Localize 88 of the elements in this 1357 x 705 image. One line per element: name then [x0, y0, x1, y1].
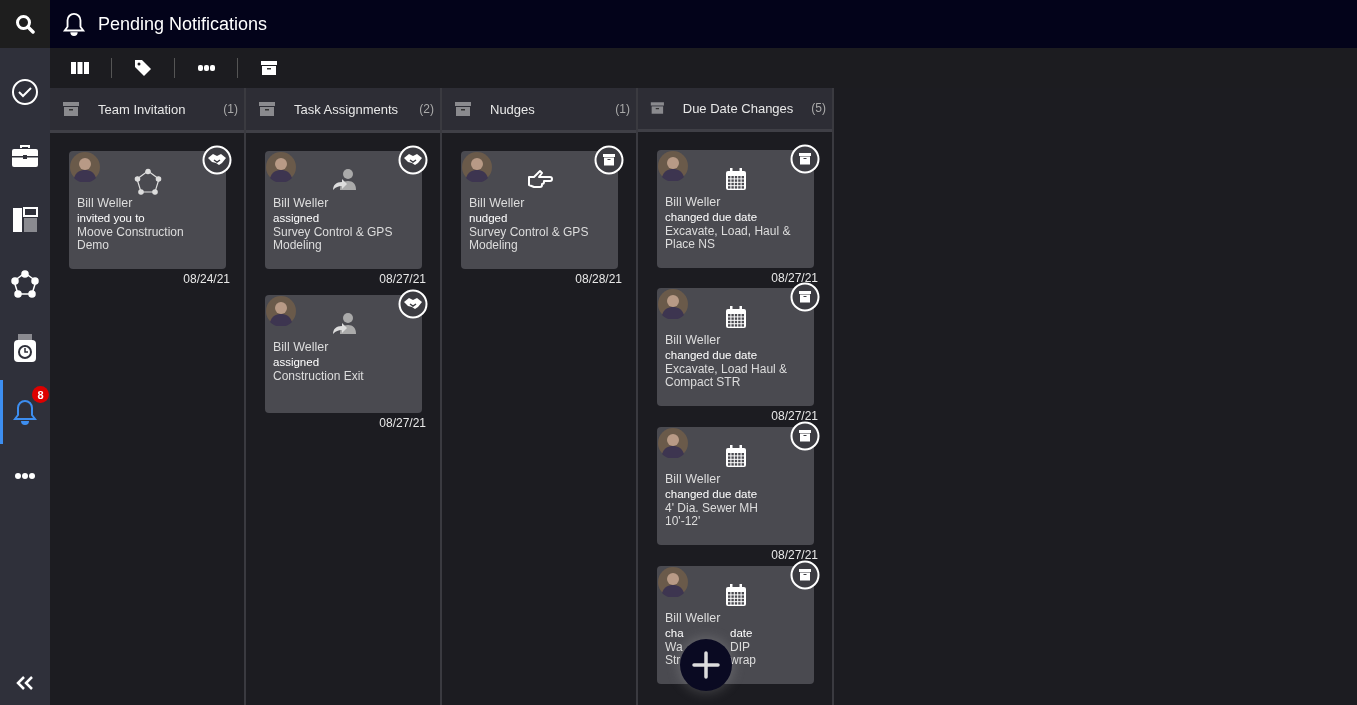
avatar — [658, 289, 688, 320]
task-title: Excavate, Load, Haul & Place NS — [665, 224, 792, 251]
briefcase-icon[interactable] — [11, 144, 39, 168]
archive-icon[interactable] — [260, 59, 278, 77]
date-text: 08/27/21 — [379, 416, 426, 430]
handshake-icon[interactable] — [398, 145, 428, 175]
user-name: Bill Weller — [665, 610, 722, 627]
archive-icon[interactable] — [790, 421, 820, 452]
task-title: Excavate, Load Haul & Compact STR — [665, 363, 789, 390]
user-name: Bill Weller — [665, 193, 722, 210]
avatar — [70, 152, 100, 182]
tag-icon[interactable] — [134, 59, 152, 77]
notification-card[interactable] — [657, 149, 814, 268]
notification-card[interactable] — [657, 427, 814, 546]
column-title: Nudges — [490, 101, 536, 117]
check-circle-icon[interactable] — [11, 78, 39, 106]
more-icon[interactable] — [197, 65, 215, 71]
date-text: 08/27/21 — [771, 270, 818, 285]
avatar — [266, 152, 296, 182]
task-title: DIP — [730, 641, 750, 655]
network-icon — [133, 168, 162, 196]
user-name: Bill Weller — [273, 339, 330, 355]
notification-card[interactable] — [461, 151, 618, 269]
column-count: (2) — [419, 102, 434, 116]
archive-icon[interactable] — [594, 145, 624, 175]
task-title: Str — [665, 654, 682, 668]
column-count: (1) — [223, 102, 238, 116]
action-text: date — [730, 626, 753, 642]
date-text: 08/24/21 — [183, 272, 230, 286]
avatar — [658, 567, 688, 598]
action-text: assigned — [273, 211, 321, 226]
action-text: invited you to — [77, 211, 146, 226]
user-name: Bill Weller — [77, 195, 134, 211]
avatar — [462, 152, 492, 182]
avatar — [658, 428, 688, 459]
columns-icon[interactable] — [71, 62, 89, 74]
date-text: 08/27/21 — [771, 548, 818, 563]
task-title: 4' Dia. Sewer MH 10'-12' — [665, 502, 759, 529]
person-arrow-icon — [330, 168, 357, 192]
count-badge: 8 — [32, 386, 49, 403]
task-title: Moove Construction Demo — [77, 226, 185, 252]
bell-icon — [62, 11, 86, 37]
plus-icon — [692, 651, 720, 679]
user-name: Bill Weller — [469, 195, 526, 211]
task-title: Survey Control & GPS Modeling — [469, 226, 590, 252]
task-title: Construction Exit — [273, 370, 365, 383]
avatar — [658, 150, 688, 181]
user-name: Bill Weller — [665, 332, 722, 349]
column-title: Task Assignments — [294, 101, 400, 117]
board-layout-icon[interactable] — [12, 207, 38, 233]
avatar — [266, 296, 296, 326]
search-icon[interactable] — [15, 14, 35, 34]
task-title: Wa — [665, 641, 684, 655]
task-title: Survey Control & GPS Modeling — [273, 226, 394, 252]
person-arrow-icon — [330, 312, 357, 336]
date-text: 08/27/21 — [771, 409, 818, 424]
action-text: cha — [665, 626, 685, 642]
action-text: nudged — [469, 211, 509, 226]
user-name: Bill Weller — [665, 471, 722, 488]
column-title: Due Date Changes — [682, 100, 794, 116]
bell-icon[interactable] — [12, 398, 38, 426]
action-text: changed due date — [665, 487, 759, 503]
page-title: Pending Notifications — [98, 13, 268, 35]
pointing-hand-icon — [526, 168, 553, 190]
user-name: Bill Weller — [273, 195, 330, 211]
column-count: (5) — [811, 101, 826, 116]
archive-icon[interactable] — [790, 560, 820, 591]
notification-card[interactable] — [69, 151, 226, 269]
date-text: 08/27/21 — [379, 272, 426, 286]
more-icon[interactable] — [14, 472, 36, 480]
date-text: 08/28/21 — [575, 272, 622, 286]
task-title: wrap — [730, 654, 756, 668]
handshake-icon[interactable] — [202, 145, 232, 175]
notification-card[interactable] — [265, 151, 422, 269]
notification-card[interactable] — [265, 295, 422, 413]
collapse-icon[interactable] — [16, 675, 34, 691]
column-count: (1) — [615, 102, 630, 116]
network-icon[interactable] — [11, 270, 39, 298]
archive-icon[interactable] — [790, 143, 820, 174]
action-text: changed due date — [665, 348, 759, 364]
time-clock-icon[interactable] — [13, 333, 37, 363]
action-text: assigned — [273, 355, 321, 370]
action-text: changed due date — [665, 209, 759, 225]
archive-icon[interactable] — [790, 282, 820, 313]
sidebar-item[interactable]: 8 — [0, 380, 47, 444]
handshake-icon[interactable] — [398, 289, 428, 319]
column-title: Team Invitation — [98, 101, 187, 117]
notification-card[interactable] — [657, 288, 814, 407]
